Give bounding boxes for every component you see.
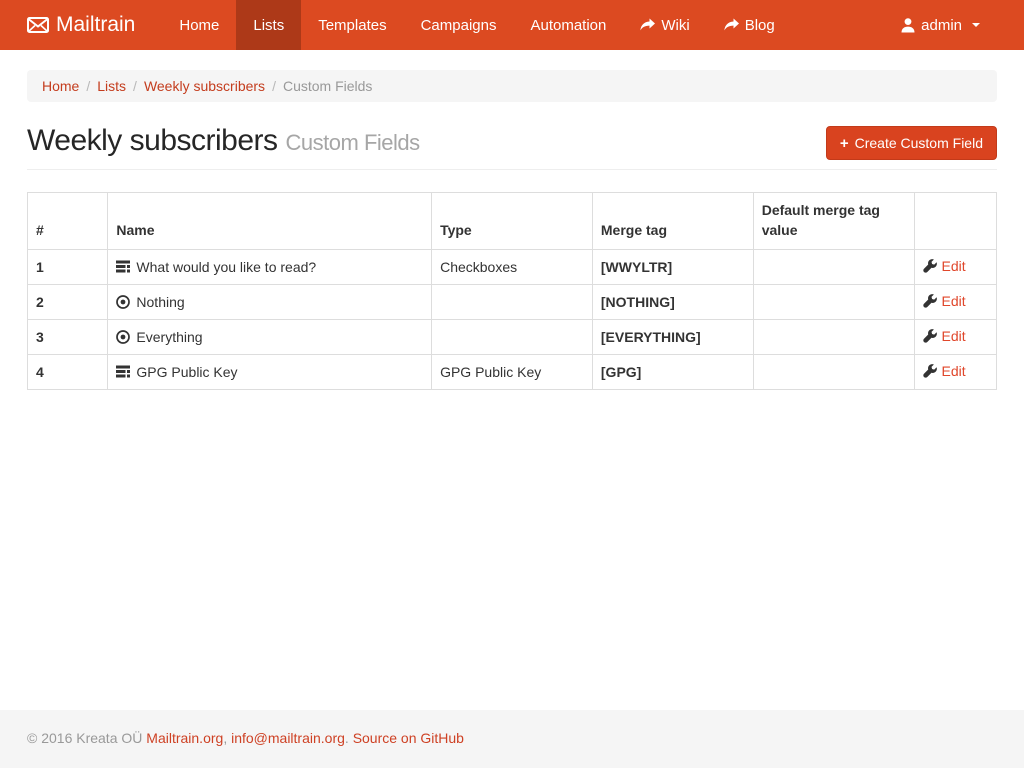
nav-item-home[interactable]: Home (162, 0, 236, 50)
nav-label: Home (179, 17, 219, 34)
breadcrumb-home[interactable]: Home (42, 78, 79, 94)
nav-label: Lists (253, 17, 284, 34)
field-type: GPG Public Key (432, 354, 593, 389)
page-title-text: Weekly subscribers (27, 124, 278, 157)
nav-item-templates[interactable]: Templates (301, 0, 403, 50)
field-name: GPG Public Key (136, 364, 237, 380)
row-number: 4 (28, 354, 108, 389)
table-row: 4 GPG Public Key GPG Public Key [GPG] (28, 354, 997, 389)
field-name: What would you like to read? (136, 259, 316, 275)
wrench-icon (923, 259, 937, 273)
table-row: 2 Nothing [NOTHING] (28, 284, 997, 319)
edit-label: Edit (942, 258, 966, 274)
envelope-icon (27, 17, 49, 33)
nav-label: Templates (318, 17, 386, 34)
radio-icon (116, 330, 130, 344)
merge-tag: [GPG] (601, 364, 641, 380)
page-header: Weekly subscribers Custom Fields + Create… (27, 124, 997, 170)
radio-icon (116, 295, 130, 309)
default-merge-tag-value (753, 319, 914, 354)
footer-separator: . (345, 730, 353, 746)
header-name: Name (108, 193, 432, 250)
custom-fields-table: # Name Type Merge tag Default merge tag … (27, 192, 997, 390)
wrench-icon (923, 294, 937, 308)
default-merge-tag-value (753, 249, 914, 284)
row-number: 3 (28, 319, 108, 354)
user-icon (901, 18, 915, 33)
nav-item-automation[interactable]: Automation (513, 0, 623, 50)
row-number: 2 (28, 284, 108, 319)
nav-item-blog[interactable]: Blog (707, 0, 792, 50)
edit-label: Edit (942, 328, 966, 344)
wrench-icon (923, 364, 937, 378)
breadcrumb-separator: / (126, 78, 144, 94)
breadcrumb-weekly-subscribers[interactable]: Weekly subscribers (144, 78, 265, 94)
list-icon (116, 365, 130, 378)
nav-item-campaigns[interactable]: Campaigns (404, 0, 514, 50)
header-type: Type (432, 193, 593, 250)
breadcrumb-lists[interactable]: Lists (97, 78, 126, 94)
header-actions (914, 193, 996, 250)
nav-label: Wiki (661, 17, 689, 34)
edit-label: Edit (942, 363, 966, 379)
table-row: 1 What would you like to read? Checkboxe… (28, 249, 997, 284)
breadcrumb-current: Custom Fields (283, 78, 372, 94)
field-name: Everything (136, 329, 202, 345)
field-type (432, 284, 593, 319)
plus-icon: + (840, 136, 849, 151)
page-footer: © 2016 Kreata OÜ Mailtrain.org, info@mai… (0, 710, 1024, 768)
user-label: admin (921, 17, 962, 34)
source-github-link[interactable]: Source on GitHub (353, 730, 464, 746)
brand-link[interactable]: Mailtrain (27, 0, 150, 50)
nav-item-lists[interactable]: Lists (236, 0, 301, 50)
list-icon (116, 260, 130, 273)
nav-label: Blog (745, 17, 775, 34)
nav-label: Campaigns (421, 17, 497, 34)
edit-link[interactable]: Edit (923, 258, 966, 274)
edit-link[interactable]: Edit (923, 363, 966, 379)
nav-label: Automation (530, 17, 606, 34)
breadcrumb-separator: / (79, 78, 97, 94)
chevron-down-icon (972, 23, 980, 27)
header-num: # (28, 193, 108, 250)
mailtrain-org-link[interactable]: Mailtrain.org (146, 730, 223, 746)
breadcrumb-separator: / (265, 78, 283, 94)
nav-item-wiki[interactable]: Wiki (623, 0, 706, 50)
page-subtitle: Custom Fields (286, 130, 420, 155)
footer-separator: , (223, 730, 231, 746)
edit-link[interactable]: Edit (923, 328, 966, 344)
edit-label: Edit (942, 293, 966, 309)
field-type (432, 319, 593, 354)
wrench-icon (923, 329, 937, 343)
field-name: Nothing (136, 294, 184, 310)
header-merge-tag: Merge tag (592, 193, 753, 250)
page-title: Weekly subscribers Custom Fields (27, 124, 420, 158)
create-custom-field-button[interactable]: + Create Custom Field (826, 126, 997, 160)
field-type: Checkboxes (432, 249, 593, 284)
merge-tag: [NOTHING] (601, 294, 675, 310)
main-nav: Home Lists Templates Campaigns Automatio… (162, 0, 791, 50)
merge-tag: [EVERYTHING] (601, 329, 701, 345)
table-header-row: # Name Type Merge tag Default merge tag … (28, 193, 997, 250)
merge-tag: [WWYLTR] (601, 259, 672, 275)
breadcrumb: Home / Lists / Weekly subscribers / Cust… (27, 70, 997, 102)
copyright-text: © 2016 Kreata OÜ (27, 730, 146, 746)
header-default-value: Default merge tag value (753, 193, 914, 250)
user-menu[interactable]: admin (884, 0, 997, 50)
share-icon (724, 18, 739, 32)
create-custom-field-label: Create Custom Field (855, 135, 983, 151)
default-merge-tag-value (753, 354, 914, 389)
edit-link[interactable]: Edit (923, 293, 966, 309)
table-row: 3 Everything [EVERYTHING] (28, 319, 997, 354)
brand-label: Mailtrain (56, 13, 135, 37)
share-icon (640, 18, 655, 32)
email-link[interactable]: info@mailtrain.org (231, 730, 345, 746)
row-number: 1 (28, 249, 108, 284)
default-merge-tag-value (753, 284, 914, 319)
top-navbar: Mailtrain Home Lists Templates Campaigns… (0, 0, 1024, 50)
